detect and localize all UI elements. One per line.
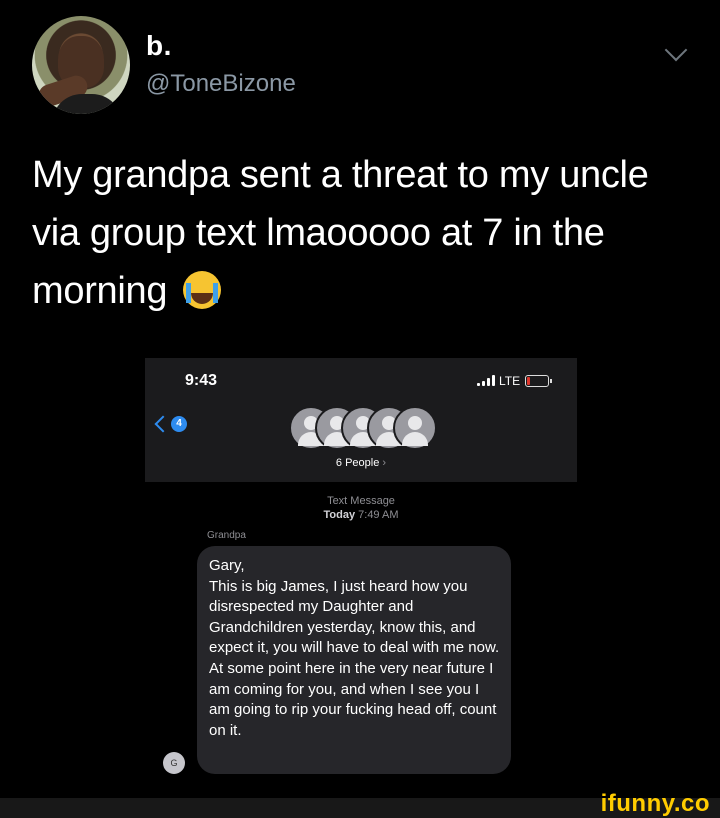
group-avatars[interactable] (289, 406, 439, 450)
group-count: 6 People (335, 457, 380, 469)
tweet-header: b. @ToneBizone (32, 16, 688, 116)
chevron-down-icon[interactable] (664, 38, 688, 62)
group-label[interactable]: 6 People › (145, 457, 577, 469)
tweet-text-line: via group text lmaooooo at 7 in the (32, 212, 605, 254)
tweet-text-word: morning (32, 270, 168, 312)
watermark-bar: ifunny.co (0, 790, 720, 818)
message-time: 7:49 AM (358, 509, 399, 521)
loudly-crying-face-icon (183, 271, 222, 309)
message-header: 9:43 LTE 4 6 People › (145, 358, 577, 482)
back-button[interactable]: 4 (154, 415, 187, 433)
tweet-text-line: morning (32, 262, 692, 320)
message-type: Text Message (327, 495, 395, 507)
signal-icon (477, 374, 495, 386)
sender-avatar[interactable]: G (163, 752, 185, 774)
status-time: 9:43 (185, 372, 218, 389)
embedded-message-screenshot: 9:43 LTE 4 6 People › Text Message Today… (145, 358, 577, 798)
message-bubble[interactable]: Gary, This is big James, I just heard ho… (197, 546, 511, 774)
display-name[interactable]: b. (146, 30, 172, 62)
tweet-text-line: My grandpa sent a threat to my uncle (32, 154, 649, 196)
chevron-right-icon: › (382, 457, 387, 469)
message-date: Today 7:49 AM (145, 508, 577, 522)
message-meta: Text Message Today 7:49 AM (145, 494, 577, 522)
back-chevron-icon (154, 415, 172, 433)
unread-badge: 4 (171, 416, 187, 432)
user-handle[interactable]: @ToneBizone (146, 70, 296, 98)
avatar[interactable] (32, 16, 130, 114)
tweet-text: My grandpa sent a threat to my uncle via… (32, 146, 692, 320)
person-avatar-icon (393, 406, 437, 450)
network-label: LTE (499, 374, 521, 388)
message-day: Today (323, 509, 356, 521)
sender-name: Grandpa (207, 530, 246, 541)
ifunny-logo: ifunny.co (600, 790, 710, 817)
battery-icon (525, 375, 552, 387)
